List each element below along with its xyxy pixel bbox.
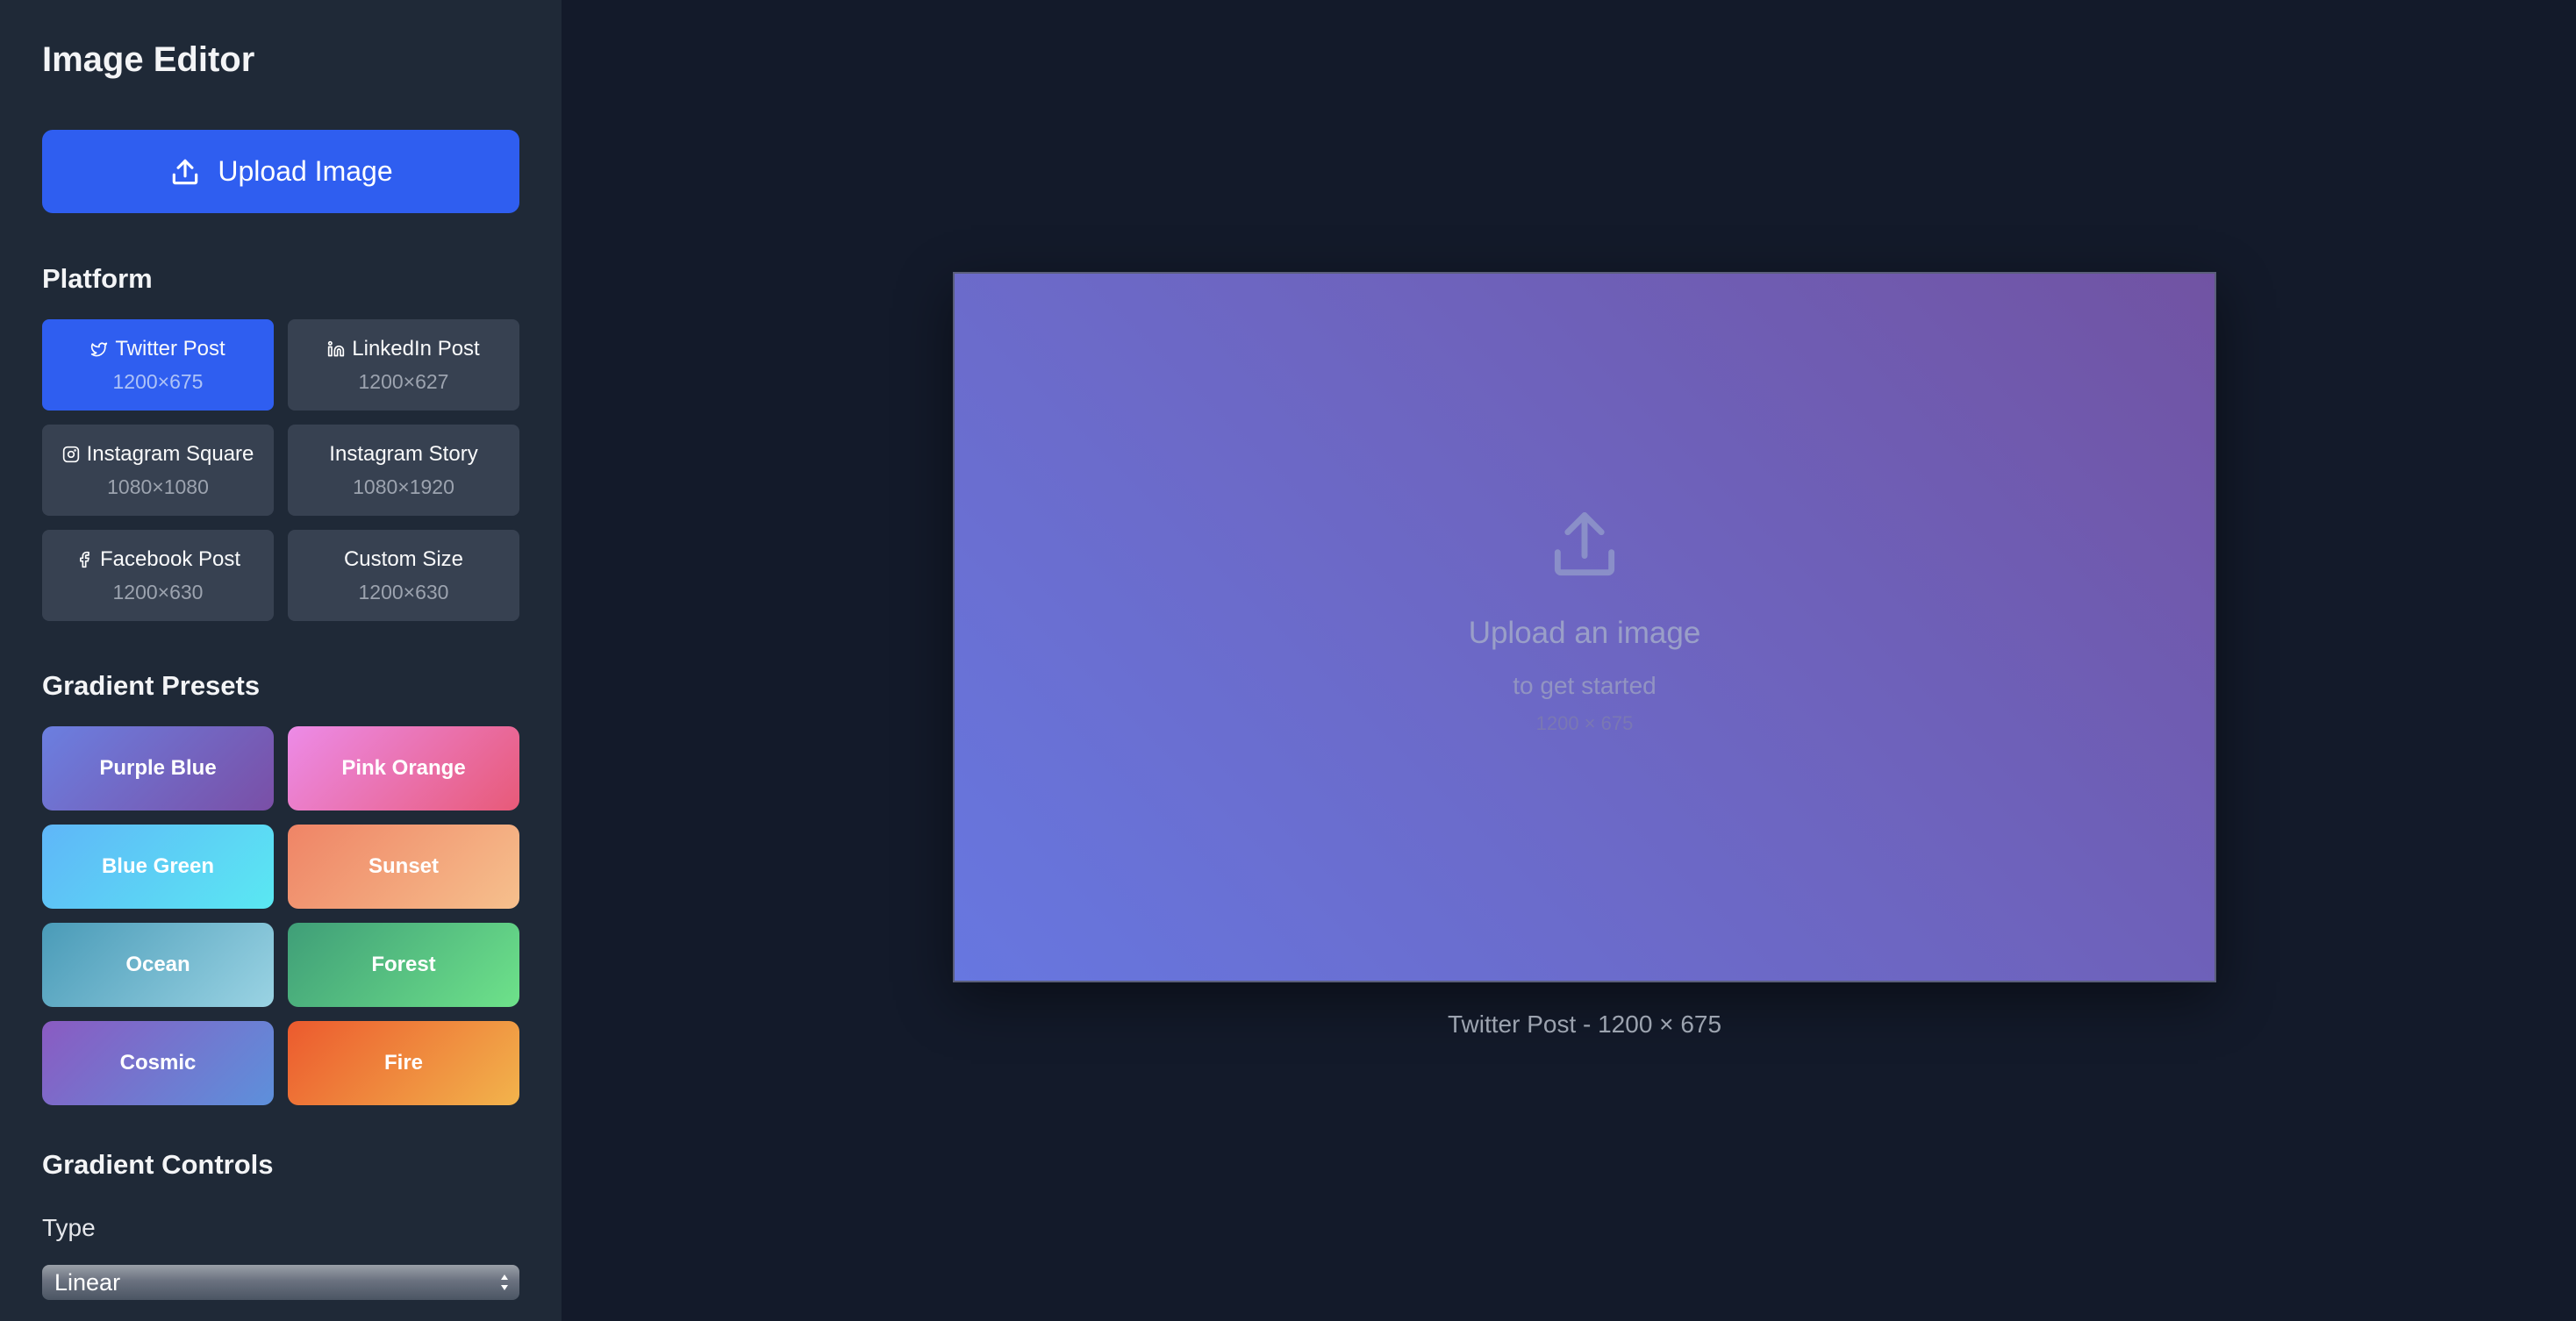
canvas-subtitle: to get started — [1513, 672, 1657, 699]
platform-facebook-post[interactable]: Facebook Post 1200×630 — [42, 530, 274, 621]
preset-forest[interactable]: Forest — [288, 923, 519, 1007]
linkedin-icon — [328, 340, 345, 356]
canvas-caption: Twitter Post - 1200 × 675 — [1447, 1010, 1722, 1038]
instagram-icon — [62, 446, 79, 462]
preset-purple-blue[interactable]: Purple Blue — [42, 726, 274, 810]
facebook-icon — [79, 551, 89, 568]
gradient-controls-title: Gradient Controls — [42, 1149, 274, 1180]
platform-linkedin-post[interactable]: LinkedIn Post 1200×627 — [288, 319, 519, 411]
platform-size: 1200×627 — [358, 369, 449, 393]
preset-fire[interactable]: Fire — [288, 1021, 519, 1105]
platform-label: Custom Size — [343, 546, 464, 571]
type-label: Type — [42, 1214, 96, 1241]
twitter-icon — [91, 342, 108, 356]
preset-ocean[interactable]: Ocean — [42, 923, 274, 1007]
platform-custom-size[interactable]: Custom Size 1200×630 — [288, 530, 519, 621]
preset-sunset[interactable]: Sunset — [288, 825, 519, 909]
upload-button-label: Upload Image — [218, 155, 393, 187]
platform-name-row: Twitter Post — [90, 337, 225, 361]
gradient-type-select[interactable]: Linear — [42, 1265, 519, 1300]
platform-label: LinkedIn Post — [352, 336, 480, 361]
platform-size: 1080×1920 — [353, 475, 454, 498]
platform-name-row: Facebook Post — [75, 547, 240, 572]
upload-icon — [173, 159, 198, 184]
upload-image-button[interactable]: Upload Image — [42, 130, 519, 213]
main-area: Upload an image to get started 1200 × 67… — [562, 0, 2576, 1321]
sidebar: Image Editor Upload Image Platform Twitt… — [0, 0, 562, 1321]
preset-blue-green[interactable]: Blue Green — [42, 825, 274, 909]
platform-size: 1200×630 — [358, 580, 449, 603]
platform-twitter-post[interactable]: Twitter Post 1200×675 — [42, 319, 274, 411]
preset-cosmic[interactable]: Cosmic — [42, 1021, 274, 1105]
preset-pink-orange[interactable]: Pink Orange — [288, 726, 519, 810]
platform-size: 1080×1080 — [107, 475, 209, 498]
gradient-presets-title: Gradient Presets — [42, 670, 261, 701]
platform-instagram-square[interactable]: Instagram Square 1080×1080 — [42, 425, 274, 516]
platform-name-row: Instagram Square — [62, 442, 254, 467]
app: Image Editor Upload Image Platform Twitt… — [0, 0, 2576, 1321]
platform-name-row: Custom Size — [344, 547, 463, 572]
gradient-type-value: Linear — [54, 1268, 121, 1296]
image-canvas[interactable]: Upload an image to get started 1200 × 67… — [953, 272, 2216, 982]
platform-grid: Twitter Post 1200×675 LinkedIn Post 1200… — [42, 319, 519, 621]
platform-name-row: LinkedIn Post — [327, 336, 480, 361]
platform-size: 1200×630 — [112, 580, 204, 603]
select-arrows-icon — [501, 1275, 508, 1290]
platform-instagram-story[interactable]: Instagram Story 1080×1920 — [288, 425, 519, 516]
platform-label: Twitter Post — [115, 336, 225, 361]
platform-label: Instagram Story — [329, 441, 478, 466]
gradient-presets-grid: Purple Blue Pink Orange Blue Green Sunse… — [42, 726, 519, 1105]
app-title: Image Editor — [42, 40, 255, 79]
canvas-title: Upload an image — [1468, 616, 1701, 650]
platform-size: 1200×675 — [112, 369, 204, 393]
canvas-dimensions: 1200 × 675 — [1535, 712, 1634, 734]
platform-label: Instagram Square — [86, 441, 254, 466]
platform-section-title: Platform — [42, 263, 153, 294]
platform-name-row: Instagram Story — [329, 442, 477, 467]
upload-icon — [1554, 512, 1615, 576]
platform-label: Facebook Post — [99, 546, 241, 571]
